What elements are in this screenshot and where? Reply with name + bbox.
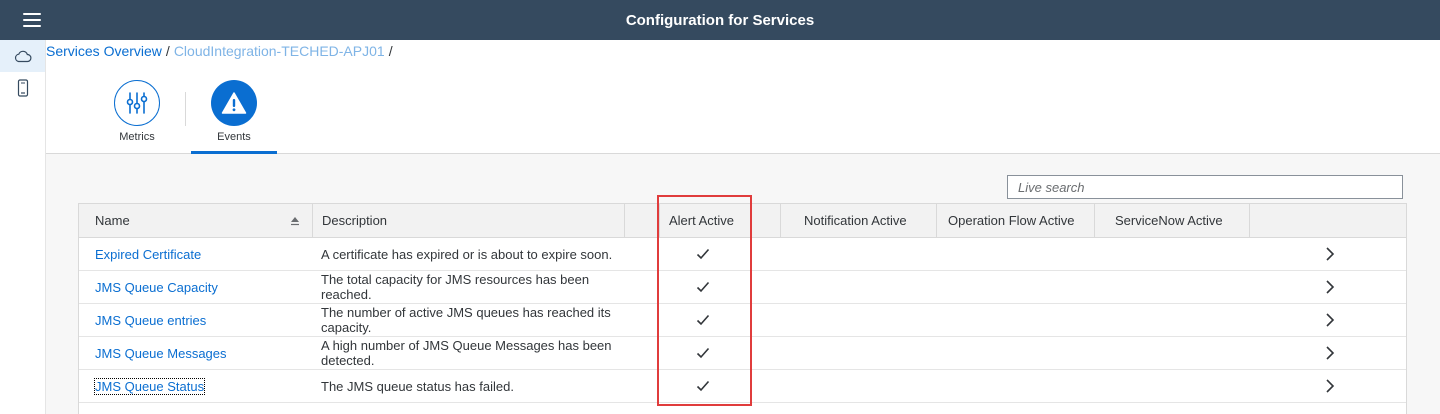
alert-active-check-icon (688, 271, 718, 303)
tab-metrics[interactable]: Metrics (91, 80, 183, 154)
tab-events-circle (211, 80, 257, 126)
event-name-link[interactable]: JMS Queue Status (93, 377, 206, 395)
event-description: A high number of JMS Queue Messages has … (321, 338, 612, 368)
main-content: Services Overview / CloudIntegration-TECHE… (46, 40, 1440, 414)
event-description: The number of active JMS queues has reac… (321, 305, 611, 335)
side-navigation (0, 40, 46, 414)
sliders-icon (126, 92, 148, 114)
row-navigation-chevron-icon[interactable] (1315, 238, 1345, 270)
sort-ascending-icon[interactable] (289, 215, 301, 227)
row-navigation-chevron-icon[interactable] (1315, 337, 1345, 369)
event-description: A certificate has expired or is about to… (321, 246, 613, 262)
events-table: Name Description Alert Active Notificati… (78, 203, 1407, 414)
column-divider (936, 204, 937, 238)
column-divider (1094, 204, 1095, 238)
alert-active-check-icon (688, 304, 718, 336)
object-header: Services Overview / CloudIntegration-TECHE… (46, 40, 1440, 154)
tab-metrics-label: Metrics (119, 131, 155, 143)
column-divider (1249, 204, 1250, 238)
breadcrumb-services-overview[interactable]: Services Overview (46, 43, 162, 59)
tab-divider (185, 92, 186, 126)
event-name-link[interactable]: JMS Queue entries (95, 313, 206, 328)
cloud-icon (14, 50, 31, 63)
tab-metrics-circle (114, 80, 160, 126)
table-row[interactable]: JMS Queue Capacity The total capacity fo… (79, 271, 1406, 304)
event-description: The total capacity for JMS resources has… (321, 272, 590, 302)
column-header-alert-active[interactable]: Alert Active (669, 204, 734, 237)
table-row[interactable]: JMS Queue Messages A high number of JMS … (79, 337, 1406, 370)
event-name-link[interactable]: JMS Queue Capacity (95, 280, 218, 295)
table-header-row: Name Description Alert Active Notificati… (79, 204, 1406, 238)
table-row[interactable]: JMS Queue Status The JMS queue status ha… (79, 370, 1406, 403)
column-divider (780, 204, 781, 238)
side-nav-item-cloud[interactable] (0, 40, 45, 72)
side-nav-item-mobile[interactable] (0, 72, 45, 104)
column-header-name[interactable]: Name (95, 204, 130, 237)
warning-icon (221, 92, 247, 114)
event-name-link[interactable]: JMS Queue Messages (95, 346, 227, 361)
column-header-servicenow-active[interactable]: ServiceNow Active (1115, 204, 1223, 237)
tab-selected-indicator (191, 151, 277, 154)
shell-bar: Configuration for Services (0, 0, 1440, 40)
tab-events[interactable]: Events (188, 80, 280, 154)
breadcrumb-separator: / (165, 43, 170, 59)
column-divider (624, 204, 625, 238)
row-navigation-chevron-icon[interactable] (1315, 271, 1345, 303)
app-title: Configuration for Services (625, 11, 815, 29)
table-row[interactable]: Expired Certificate A certificate has ex… (79, 238, 1406, 271)
mobile-device-icon (17, 79, 28, 97)
row-navigation-chevron-icon[interactable] (1315, 370, 1345, 402)
tab-events-label: Events (217, 131, 251, 143)
event-description: The JMS queue status has failed. (321, 378, 514, 394)
alert-active-check-icon (688, 370, 718, 402)
alert-active-check-icon (688, 337, 718, 369)
column-header-description[interactable]: Description (322, 204, 387, 237)
alert-active-check-icon (688, 238, 718, 270)
live-search-input[interactable] (1007, 175, 1403, 199)
breadcrumb-tenant[interactable]: CloudIntegration-TECHED-APJ01 (174, 43, 385, 59)
column-divider (312, 204, 313, 238)
hamburger-menu-icon[interactable] (22, 11, 42, 29)
breadcrumb-separator: / (388, 43, 393, 59)
table-row[interactable]: JMS Queue entries The number of active J… (79, 304, 1406, 337)
column-header-operation-flow-active[interactable]: Operation Flow Active (948, 204, 1074, 237)
row-navigation-chevron-icon[interactable] (1315, 304, 1345, 336)
column-header-notification-active[interactable]: Notification Active (804, 204, 907, 237)
column-divider (659, 204, 660, 238)
breadcrumb: Services Overview / CloudIntegration-TECHE… (46, 43, 397, 59)
event-name-link[interactable]: Expired Certificate (95, 247, 201, 262)
